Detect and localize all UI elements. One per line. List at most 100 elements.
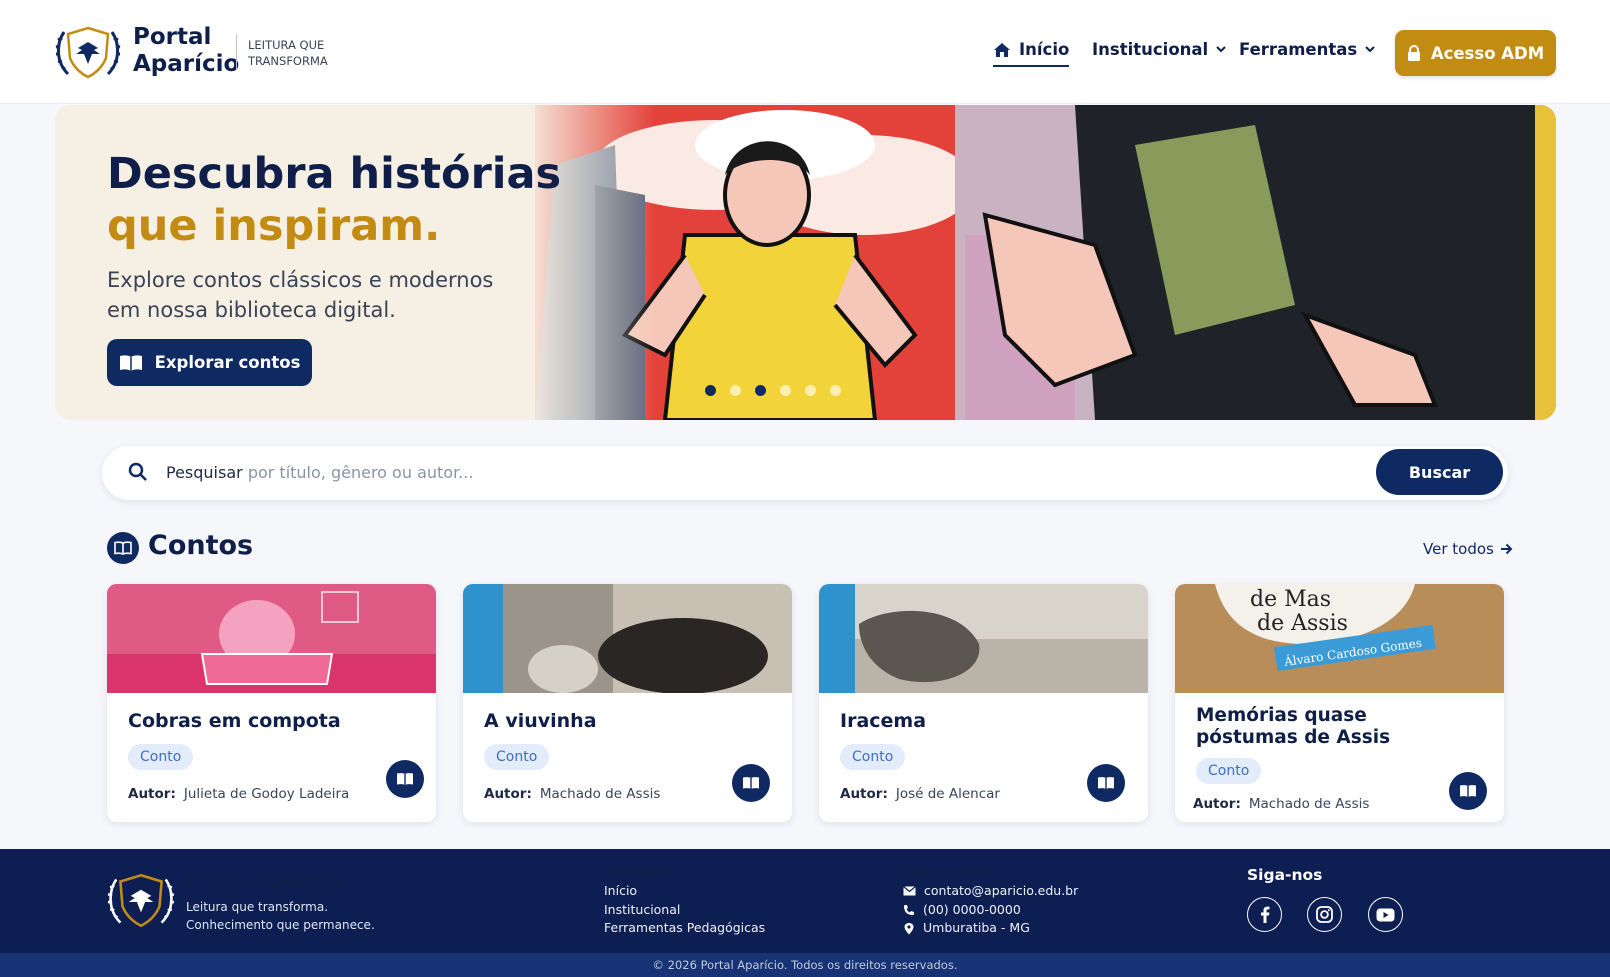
story-author: Autor: Julieta de Godoy Ladeira: [128, 786, 349, 802]
author-name: Machado de Assis: [539, 786, 661, 802]
hero-title: Descubra histórias: [107, 149, 562, 199]
facebook-icon[interactable]: [1247, 897, 1282, 932]
carousel-dot[interactable]: [755, 385, 766, 396]
story-card[interactable]: A viuvinha Conto Autor: Machado de Assis: [463, 584, 792, 822]
brand-name-line1: Portal: [133, 24, 212, 50]
footer-link-inicio[interactable]: Início: [604, 882, 765, 901]
footer-email[interactable]: contato@aparicio.edu.br: [903, 882, 1078, 901]
footer-nav-title: Navegação: [604, 864, 682, 879]
read-story-button[interactable]: [1449, 772, 1487, 810]
open-book-icon: [1460, 785, 1476, 797]
story-author: Autor: José de Alencar: [840, 786, 1000, 802]
footer-tagline-line: Leitura que transforma.: [186, 900, 329, 914]
genre-badge: Conto: [1196, 758, 1262, 784]
author-label: Autor:: [840, 786, 888, 802]
open-book-icon: [119, 354, 142, 371]
story-cover-image: [819, 584, 1148, 693]
nav-label-institucional: Institucional: [1092, 40, 1209, 59]
nav-item-ferramentas[interactable]: Ferramentas: [1239, 40, 1375, 59]
search-input[interactable]: Pesquisar por título, gênero ou autor...: [166, 463, 473, 482]
story-title[interactable]: Iracema: [840, 710, 1090, 732]
genre-badge: Conto: [484, 744, 550, 770]
read-story-button[interactable]: [732, 764, 770, 802]
genre-badge: Conto: [840, 744, 906, 770]
author-name: Julieta de Godoy Ladeira: [183, 786, 350, 802]
footer-contact-title: Fale conosco: [903, 864, 994, 879]
hero-banner: Descubra histórias que inspiram. Explore…: [55, 105, 1556, 420]
footer-link-institucional[interactable]: Institucional: [604, 901, 765, 920]
instagram-icon[interactable]: [1307, 897, 1342, 932]
arrow-right-icon: [1500, 543, 1513, 555]
explore-stories-label: Explorar contos: [154, 353, 301, 372]
nav-item-institucional[interactable]: Institucional: [1092, 40, 1226, 59]
footer-link-ferramentas[interactable]: Ferramentas Pedagógicas: [604, 919, 765, 938]
story-title[interactable]: Memórias quase póstumas de Assis: [1196, 705, 1446, 749]
brand-name-line2: Aparício: [133, 51, 240, 77]
home-icon: [994, 42, 1010, 57]
chevron-down-icon: [1365, 46, 1375, 53]
author-name: Machado de Assis: [1248, 796, 1370, 812]
story-card[interactable]: Iracema Conto Autor: José de Alencar: [819, 584, 1148, 822]
admin-access-label: Acesso ADM: [1430, 43, 1545, 63]
brand-divider: [236, 34, 237, 70]
footer-phone-text: (00) 0000-0000: [923, 901, 1021, 917]
read-story-button[interactable]: [1087, 764, 1125, 802]
search-placeholder: por título, gênero ou autor...: [247, 463, 474, 482]
footer-email-text: contato@aparicio.edu.br: [924, 883, 1079, 898]
story-cover-image: [107, 584, 436, 693]
footer-tagline: Leitura que transforma. Conhecimento que…: [186, 898, 406, 934]
view-all-link[interactable]: Ver todos: [1423, 540, 1513, 558]
story-cover-image: [463, 584, 792, 693]
brand-name[interactable]: Portal Aparício: [133, 24, 239, 78]
story-card[interactable]: Cobras em compota Conto Autor: Julieta de…: [107, 584, 436, 822]
carousel-dot[interactable]: [830, 385, 841, 396]
footer-location-text: Umburatiba - MG: [923, 920, 1030, 935]
chevron-down-icon: [1216, 46, 1226, 53]
footer-tagline-line: Conhecimento que permanece.: [186, 918, 375, 932]
genre-badge: Conto: [128, 744, 194, 770]
footer-brand: Portal Aparício: [186, 870, 342, 891]
footer-social-title: Siga-nos: [1247, 866, 1323, 884]
footer-nav: Navegação Início Institucional Ferrament…: [604, 864, 765, 938]
story-cover-image: de Mas de Assis Álvaro Cardoso Gomes: [1175, 584, 1504, 693]
carousel-dots: [705, 385, 841, 396]
section-title: Contos: [148, 530, 254, 561]
lock-icon: [1407, 44, 1420, 61]
explore-stories-button[interactable]: Explorar contos: [107, 339, 312, 386]
hero-subtitle: Explore contos clássicos e modernos em n…: [107, 268, 494, 322]
carousel-dot[interactable]: [780, 385, 791, 396]
nav-label-ferramentas: Ferramentas: [1239, 40, 1358, 59]
story-author: Autor: Machado de Assis: [484, 786, 660, 802]
nav-label-inicio: Início: [1019, 40, 1070, 59]
copyright-bar: © 2026 Portal Aparício. Todos os direito…: [0, 953, 1610, 977]
eagle-shield-logo-icon[interactable]: [54, 24, 122, 80]
story-title[interactable]: Cobras em compota: [128, 710, 378, 732]
story-author: Autor: Machado de Assis: [1193, 796, 1369, 812]
story-card[interactable]: de Mas de Assis Álvaro Cardoso Gomes Mem…: [1175, 584, 1504, 822]
youtube-icon[interactable]: [1368, 897, 1403, 932]
story-title[interactable]: A viuvinha: [484, 710, 734, 732]
search-button[interactable]: Buscar: [1376, 449, 1503, 495]
read-story-button[interactable]: [386, 760, 424, 798]
footer-location: Umburatiba - MG: [903, 919, 1078, 938]
author-label: Autor:: [484, 786, 532, 802]
mail-icon: [903, 886, 916, 896]
brand-tagline: LEITURA QUE TRANSFORMA: [248, 38, 328, 68]
section-book-icon: [107, 532, 139, 564]
carousel-dot[interactable]: [705, 385, 716, 396]
search-icon: [128, 462, 147, 481]
cover-text-line: de Mas: [1250, 587, 1331, 612]
carousel-dot[interactable]: [805, 385, 816, 396]
footer-phone: (00) 0000-0000: [903, 901, 1078, 920]
open-book-icon: [397, 773, 413, 785]
author-label: Autor:: [1193, 796, 1241, 812]
admin-access-button[interactable]: Acesso ADM: [1395, 30, 1556, 76]
footer-contact: Fale conosco contato@aparicio.edu.br (00…: [903, 864, 1078, 938]
phone-icon: [904, 904, 914, 915]
carousel-dot[interactable]: [730, 385, 741, 396]
footer-eagle-shield-icon: [107, 873, 175, 928]
nav-item-inicio[interactable]: Início: [993, 40, 1070, 67]
cover-text-line: de Assis: [1257, 611, 1348, 636]
view-all-label: Ver todos: [1423, 540, 1494, 558]
open-book-icon: [1098, 777, 1114, 789]
